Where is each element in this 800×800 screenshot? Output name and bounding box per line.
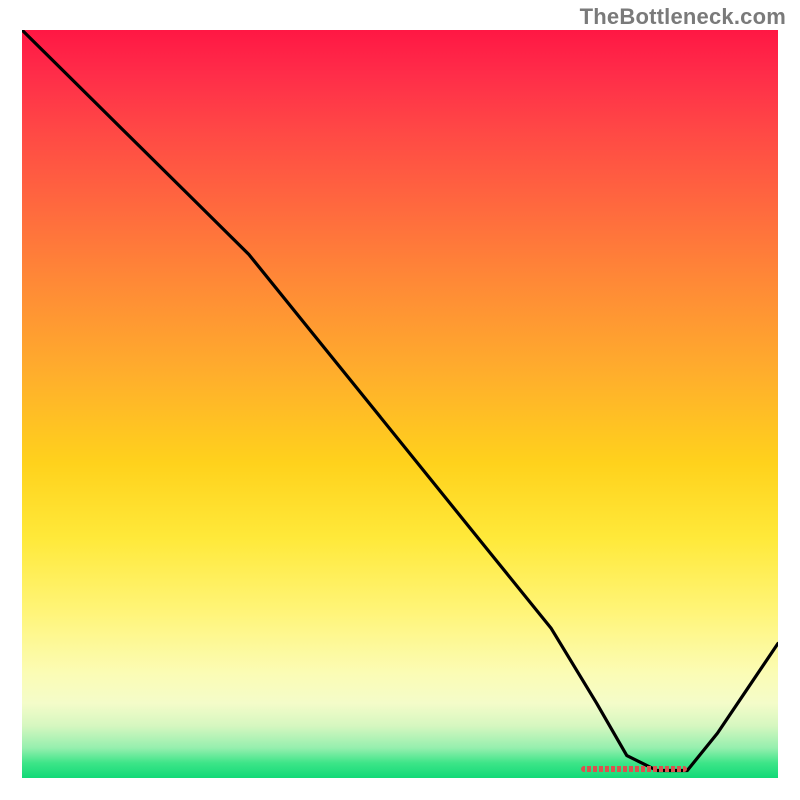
chart-area: [22, 30, 778, 778]
chart-plot: [22, 30, 778, 778]
chart-line-curve: [22, 30, 778, 778]
watermark-text: TheBottleneck.com: [580, 4, 786, 30]
chart-dashed-marker: [581, 766, 687, 772]
